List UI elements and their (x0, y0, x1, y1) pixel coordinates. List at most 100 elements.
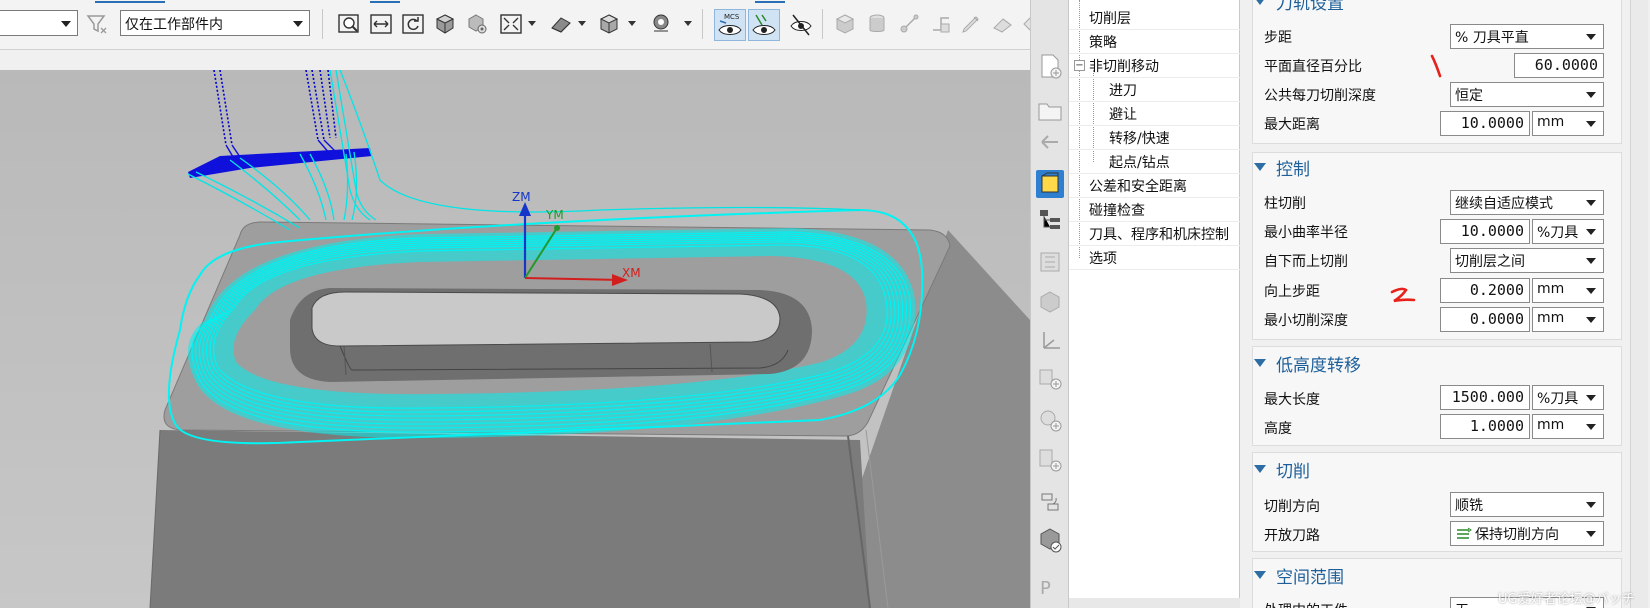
dialog-vertical-scrollbar[interactable] (1630, 0, 1648, 608)
add-program-icon[interactable] (1036, 446, 1064, 474)
chevron-down-icon (61, 21, 71, 27)
zoom-window-icon[interactable] (336, 11, 362, 37)
folder-icon[interactable] (1036, 96, 1064, 124)
filter-icon[interactable] (84, 11, 110, 37)
open-path-icon (1456, 527, 1472, 545)
section-icon[interactable] (928, 11, 954, 37)
eraser-icon[interactable] (990, 11, 1016, 37)
chevron-down-icon (1586, 288, 1596, 294)
part-file-icon[interactable] (1036, 52, 1064, 80)
shaded-cube-icon[interactable] (432, 11, 458, 37)
filter-type-combo[interactable] (0, 10, 78, 36)
tree-item-avoid[interactable]: 避让 (1069, 102, 1241, 126)
measure-icon[interactable] (896, 11, 922, 37)
common-depth-label: 公共每刀切削深度 (1264, 88, 1376, 104)
render-style-icon[interactable] (548, 11, 574, 37)
upward-step-unit-dropdown[interactable]: mm (1532, 278, 1604, 303)
tree-item-collision-check[interactable]: 碰撞检查 (1069, 198, 1241, 222)
ribbon-tab-strip (0, 0, 1068, 4)
machine-icon[interactable] (1036, 288, 1064, 316)
boss-top (311, 291, 781, 347)
hide-eye-icon[interactable] (786, 11, 816, 37)
operation-navigator-icon[interactable] (1036, 170, 1064, 198)
chevron-down-icon[interactable] (628, 21, 636, 26)
max-distance-input[interactable]: 10.0000 (1440, 111, 1530, 136)
tree-structure-icon[interactable] (1036, 206, 1064, 234)
chevron-down-icon[interactable] (578, 21, 586, 26)
max-length-input[interactable]: 1500.000 (1440, 385, 1530, 410)
upward-step-input[interactable]: 0.2000 (1440, 278, 1530, 303)
tree-item-tool-program-machine[interactable]: 刀具、程序和机床控制 (1069, 222, 1241, 246)
flat-diameter-pct-input[interactable]: 60.0000 (1514, 53, 1604, 78)
min-cut-depth-unit-dropdown[interactable]: mm (1532, 307, 1604, 332)
max-length-unit-dropdown[interactable]: %刀具 (1532, 385, 1604, 410)
toolpath-eye-icon[interactable] (748, 9, 780, 41)
cylinder-icon[interactable] (864, 11, 890, 37)
settings-cube-icon[interactable] (464, 11, 490, 37)
collapse-triangle-icon (1254, 0, 1266, 5)
collapse-triangle-icon (1254, 571, 1266, 579)
min-curvature-radius-input[interactable]: 10.0000 (1440, 219, 1530, 244)
max-length-label: 最大长度 (1264, 392, 1320, 408)
chevron-down-icon (1586, 258, 1596, 264)
add-geometry-icon[interactable] (1036, 364, 1064, 392)
toolbar-separator (702, 9, 703, 39)
tree-item-start-drill-points[interactable]: 起点/钻点 (1069, 150, 1241, 174)
max-distance-unit-dropdown[interactable]: mm (1532, 111, 1604, 136)
pen-icon[interactable] (958, 11, 984, 37)
history-icon[interactable] (1036, 488, 1064, 516)
annotation-mark-2-stroke (1390, 287, 1416, 303)
collapse-icon[interactable]: − (1074, 60, 1085, 71)
chevron-down-icon (1586, 502, 1596, 508)
chevron-down-icon[interactable] (684, 21, 692, 26)
add-method-icon[interactable] (1036, 406, 1064, 434)
annotation-mark-1-stroke (1430, 54, 1442, 78)
cube-icon[interactable] (832, 11, 858, 37)
column-cut-dropdown[interactable]: 继续自适应模式 (1450, 190, 1604, 215)
verify-icon[interactable] (1036, 526, 1064, 554)
mcs-eye-icon[interactable]: MCS (714, 9, 746, 41)
height-unit-dropdown[interactable]: mm (1532, 414, 1604, 439)
height-input[interactable]: 1.0000 (1440, 414, 1530, 439)
tree-item-tolerance[interactable]: 公差和安全距离 (1069, 174, 1241, 198)
column-cut-label: 柱切削 (1264, 196, 1306, 212)
show-hide-icon[interactable] (648, 11, 674, 37)
tool-library-icon[interactable] (1036, 248, 1064, 276)
stepover-dropdown[interactable]: % 刀具平直 (1450, 24, 1604, 49)
tree-item-transfer-rapid[interactable]: 转移/快速 (1069, 126, 1241, 150)
fit-icon[interactable] (368, 11, 394, 37)
graphics-viewport[interactable]: ZM YM XM (0, 70, 1030, 608)
chevron-down-icon (1586, 121, 1596, 127)
cut-direction-dropdown[interactable]: 顺铣 (1450, 492, 1604, 517)
min-curvature-radius-unit-dropdown[interactable]: %刀具 (1532, 219, 1604, 244)
selection-scope-combo[interactable]: 仅在工作部件内 (120, 10, 310, 36)
view-orient-icon[interactable] (596, 11, 622, 37)
palette-icon[interactable]: P (1036, 572, 1064, 600)
tree-item-cut-levels[interactable]: 切削层 (1069, 6, 1241, 30)
collapse-triangle-icon (1254, 163, 1266, 171)
tool-approach-lines (213, 70, 337, 146)
chevron-down-icon (1586, 424, 1596, 430)
tree-item-non-cutting-moves[interactable]: − 非切削移动 (1069, 54, 1241, 78)
tree-horizontal-scrollbar[interactable] (1069, 598, 1241, 608)
toolbar-separator (322, 9, 323, 39)
tree-item-strategy[interactable]: 策略 (1069, 30, 1241, 54)
chevron-down-icon[interactable] (528, 21, 536, 26)
chevron-down-icon (1586, 395, 1596, 401)
ribbon-tab-underline (95, 0, 165, 3)
back-arrow-icon[interactable] (1036, 128, 1064, 156)
common-depth-dropdown[interactable]: 恒定 (1450, 82, 1604, 107)
min-cut-depth-input[interactable]: 0.0000 (1440, 307, 1530, 332)
bottom-up-cut-dropdown[interactable]: 切削层之间 (1450, 248, 1604, 273)
ribbon-tab-underline (370, 0, 400, 3)
axis-xm-label: XM (622, 266, 641, 280)
part-model (149, 70, 1030, 608)
tree-item-engage[interactable]: 进刀 (1069, 78, 1241, 102)
coordinate-icon[interactable] (1036, 326, 1064, 354)
refresh-icon[interactable] (400, 11, 426, 37)
fit-view-icon[interactable] (498, 11, 524, 37)
axis-ym-label: YM (546, 208, 564, 222)
chevron-down-icon (1586, 34, 1596, 40)
tree-item-options[interactable]: 选项 (1069, 246, 1241, 270)
open-path-dropdown[interactable]: 保持切削方向 (1450, 521, 1604, 546)
